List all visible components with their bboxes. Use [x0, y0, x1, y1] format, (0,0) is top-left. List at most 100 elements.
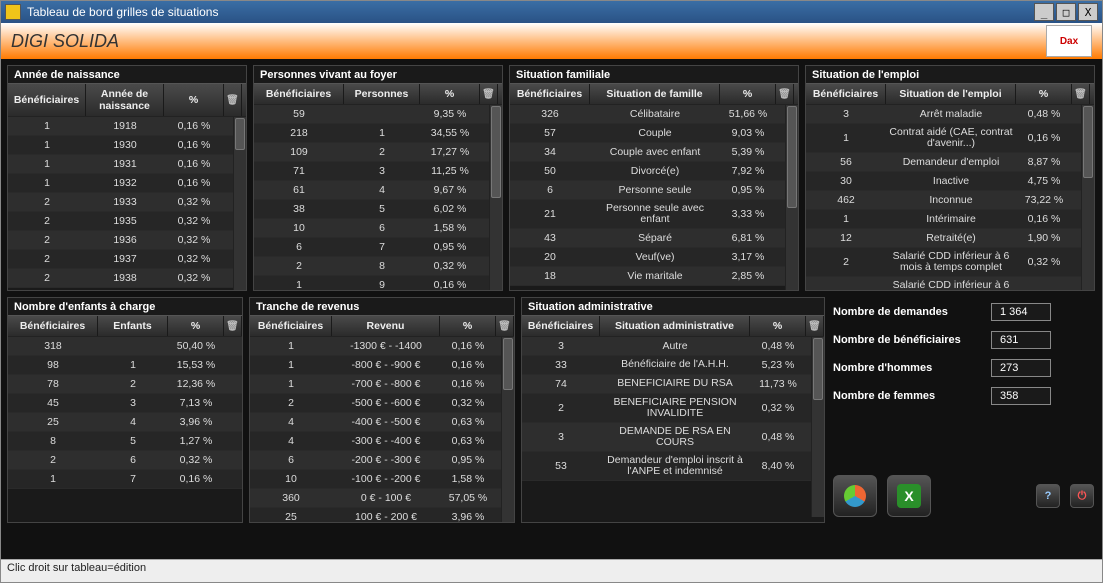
trash-icon[interactable] [224, 316, 242, 336]
trash-icon[interactable] [480, 84, 498, 104]
table-row[interactable]: 3600 € - 100 €57,05 % [250, 489, 514, 508]
table-row[interactable]: 3856,02 % [254, 200, 502, 219]
table-row[interactable]: 2Salarié CDD inférieur à 6 mois à temps … [806, 248, 1094, 277]
table-row[interactable]: 1-800 € - -900 €0,16 % [250, 356, 514, 375]
table-row[interactable]: 599,35 % [254, 105, 502, 124]
table-row[interactable]: 2-500 € - -600 €0,32 % [250, 394, 514, 413]
export-excel-button[interactable] [887, 475, 931, 517]
col-beneficiaires[interactable]: Bénéficiaires [254, 84, 344, 104]
table-row[interactable]: 3DEMANDE DE RSA EN COURS0,48 % [522, 423, 824, 452]
table-row[interactable]: 31850,40 % [8, 337, 242, 356]
scrollbar[interactable] [1081, 105, 1094, 290]
trash-icon[interactable] [1072, 84, 1090, 104]
table-row[interactable]: 4-300 € - -400 €0,63 % [250, 432, 514, 451]
table-row[interactable]: 33Bénéficiaire de l'A.H.H.5,23 % [522, 356, 824, 375]
table-row[interactable]: 280,32 % [254, 257, 502, 276]
table-row[interactable]: 219360,32 % [8, 231, 246, 250]
table-row[interactable]: 18Vie maritale2,85 % [510, 267, 798, 286]
table-row[interactable]: 4-400 € - -500 €0,63 % [250, 413, 514, 432]
table-row[interactable]: 74BENEFICIAIRE DU RSA11,73 % [522, 375, 824, 394]
col-pct[interactable]: % [440, 316, 496, 336]
scrollbar[interactable] [489, 105, 502, 290]
help-button[interactable]: ? [1036, 484, 1060, 508]
table-row[interactable]: 21Personne seule avec enfant3,33 % [510, 200, 798, 229]
table-row[interactable]: 1-1300 € - -14000,16 % [250, 337, 514, 356]
table-row[interactable]: 190,16 % [254, 276, 502, 290]
table-row[interactable]: 462Inconnue73,22 % [806, 191, 1094, 210]
col-revenu[interactable]: Revenu [332, 316, 440, 336]
table-row[interactable]: 2BENEFICIAIRE PENSION INVALIDITE0,32 % [522, 394, 824, 423]
table-row[interactable]: 170,16 % [8, 470, 242, 489]
trash-icon[interactable] [224, 84, 242, 116]
table-row[interactable]: 57Couple9,03 % [510, 124, 798, 143]
table-row[interactable]: 56Demandeur d'emploi8,87 % [806, 153, 1094, 172]
table-body[interactable]: 31850,40 %98115,53 %78212,36 %4537,13 % 2… [8, 337, 242, 522]
table-row[interactable]: 670,95 % [254, 238, 502, 257]
col-pct[interactable]: % [750, 316, 806, 336]
scrollbar[interactable] [501, 337, 514, 522]
close-button[interactable]: X [1078, 3, 1098, 21]
col-beneficiaires[interactable]: Bénéficiaires [510, 84, 590, 104]
trash-icon[interactable] [776, 84, 794, 104]
table-row[interactable]: 78212,36 % [8, 375, 242, 394]
trash-icon[interactable] [496, 316, 514, 336]
col-beneficiaires[interactable]: Bénéficiaires [522, 316, 600, 336]
table-row[interactable]: 12Retraité(e)1,90 % [806, 229, 1094, 248]
table-row[interactable]: 6-200 € - -300 €0,95 % [250, 451, 514, 470]
table-body[interactable]: 3Arrêt maladie0,48 %1Contrat aidé (CAE, … [806, 105, 1094, 290]
col-pct[interactable]: % [168, 316, 224, 336]
table-row[interactable]: 43Séparé6,81 % [510, 229, 798, 248]
table-row[interactable]: 6Personne seule0,95 % [510, 181, 798, 200]
table-row[interactable]: 851,27 % [8, 432, 242, 451]
table-row[interactable]: 25100 € - 200 €3,96 % [250, 508, 514, 522]
minimize-button[interactable]: _ [1034, 3, 1054, 21]
col-pct[interactable]: % [720, 84, 776, 104]
scrollbar[interactable] [785, 105, 798, 290]
table-row[interactable]: 20Veuf(ve)3,17 % [510, 248, 798, 267]
table-row[interactable]: 119300,16 % [8, 136, 246, 155]
table-row[interactable]: 3Arrêt maladie0,48 % [806, 105, 1094, 124]
table-row[interactable]: 219330,32 % [8, 193, 246, 212]
exit-button[interactable]: ⏻ [1070, 484, 1094, 508]
col-beneficiaires[interactable]: Bénéficiaires [8, 316, 98, 336]
table-body[interactable]: 1-1300 € - -14000,16 %1-800 € - -900 €0,… [250, 337, 514, 522]
table-row[interactable]: 53Demandeur d'emploi inscrit à l'ANPE et… [522, 452, 824, 481]
col-personnes[interactable]: Personnes [344, 84, 420, 104]
table-row[interactable]: 1Contrat aidé (CAE, contrat d'avenir...)… [806, 124, 1094, 153]
table-row[interactable]: 98115,53 % [8, 356, 242, 375]
table-body[interactable]: 3Autre0,48 %33Bénéficiaire de l'A.H.H.5,… [522, 337, 824, 517]
col-enfants[interactable]: Enfants [98, 316, 168, 336]
table-row[interactable]: 1Intérimaire0,16 % [806, 210, 1094, 229]
titlebar[interactable]: Tableau de bord grilles de situations _ … [1, 1, 1102, 23]
table-row[interactable]: 1-700 € - -800 €0,16 % [250, 375, 514, 394]
table-row[interactable]: 6149,67 % [254, 181, 502, 200]
table-body[interactable]: 326Célibataire51,66 %57Couple9,03 %34Cou… [510, 105, 798, 290]
table-row[interactable]: 50Divorcé(e)7,92 % [510, 162, 798, 181]
table-row[interactable]: 30Inactive4,75 % [806, 172, 1094, 191]
table-row[interactable]: Salarié CDD inférieur à 6 [806, 277, 1094, 290]
table-row[interactable]: 71311,25 % [254, 162, 502, 181]
table-row[interactable]: 3Autre0,48 % [522, 337, 824, 356]
table-body[interactable]: 599,35 %218134,55 %109217,27 %71311,25 %… [254, 105, 502, 290]
table-row[interactable]: 4537,13 % [8, 394, 242, 413]
table-row[interactable]: 260,32 % [8, 451, 242, 470]
col-beneficiaires[interactable]: Bénéficiaires [8, 84, 86, 116]
maximize-button[interactable]: □ [1056, 3, 1076, 21]
col-situation[interactable]: Situation de famille [590, 84, 720, 104]
table-row[interactable]: 34Couple avec enfant5,39 % [510, 143, 798, 162]
table-row[interactable]: 10-100 € - -200 €1,58 % [250, 470, 514, 489]
col-beneficiaires[interactable]: Bénéficiaires [250, 316, 332, 336]
table-row[interactable]: 119310,16 % [8, 155, 246, 174]
table-row[interactable]: 1061,58 % [254, 219, 502, 238]
col-beneficiaires[interactable]: Bénéficiaires [806, 84, 886, 104]
table-row[interactable]: 109217,27 % [254, 143, 502, 162]
scrollbar[interactable] [233, 117, 246, 290]
col-situation[interactable]: Situation administrative [600, 316, 750, 336]
table-row[interactable]: 219380,32 % [8, 269, 246, 288]
table-row[interactable]: 326Célibataire51,66 % [510, 105, 798, 124]
chart-button[interactable] [833, 475, 877, 517]
col-situation[interactable]: Situation de l'emploi [886, 84, 1016, 104]
table-row[interactable]: 219350,32 % [8, 212, 246, 231]
scrollbar[interactable] [811, 337, 824, 517]
trash-icon[interactable] [806, 316, 824, 336]
